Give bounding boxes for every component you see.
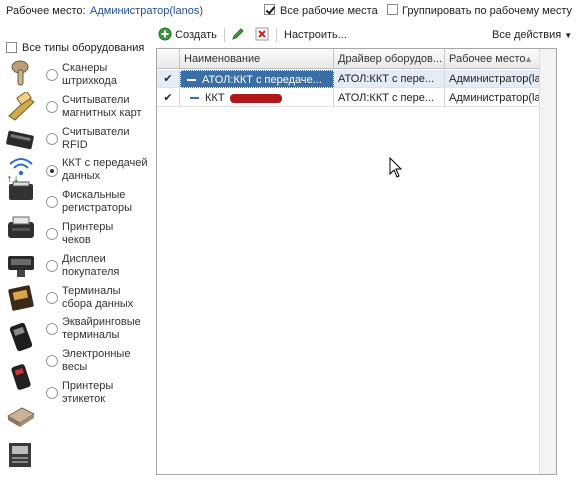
device-type-label: Сканеры штрихкода (62, 62, 117, 87)
radio-icon[interactable] (46, 133, 58, 145)
barcode-scanner-icon (11, 60, 29, 86)
create-button-label: Создать (175, 29, 217, 41)
column-header-driver[interactable]: Драйвер оборудов... (334, 49, 445, 69)
checkbox-unchecked-icon[interactable] (6, 41, 17, 53)
name-cell[interactable]: АТОЛ:ККТ с передаче... (180, 70, 334, 88)
redacted-mark (229, 93, 282, 103)
label-printer-icon (9, 443, 31, 467)
device-type-label: ККТ с передачей данных (62, 157, 148, 182)
checkbox-checked-icon[interactable] (264, 3, 275, 15)
header-check-column (157, 49, 180, 69)
radio-icon[interactable] (46, 101, 58, 113)
radio-icon[interactable] (46, 387, 58, 399)
radio-icon[interactable] (46, 69, 58, 81)
rfid-reader-icon (6, 130, 34, 150)
all-actions-label: Все действия (492, 29, 562, 41)
column-header-workplace-label: Рабочее место (449, 53, 526, 65)
all-types-checkbox[interactable] (6, 41, 17, 53)
sort-asc-icon: ▲ (524, 54, 533, 64)
pencil-icon (232, 28, 244, 40)
workplace-cell[interactable]: Администратор(la... (445, 70, 540, 88)
driver-cell[interactable]: АТОЛ:ККТ с перe... (334, 70, 445, 88)
vertical-scrollbar[interactable] (539, 49, 556, 474)
column-header-workplace[interactable]: Рабочее место ▲ (445, 49, 540, 69)
name-cell[interactable]: ККТ (180, 89, 334, 107)
electronic-scales-icon (11, 364, 31, 390)
item-minus-icon (190, 97, 199, 100)
device-type-label: Электронные весы (62, 348, 131, 373)
edit-button[interactable] (231, 27, 245, 43)
radio-selected-icon[interactable] (46, 165, 58, 177)
data-terminal-icon (8, 285, 34, 311)
all-workplaces-label: Все рабочие места (280, 5, 378, 17)
radio-icon[interactable] (46, 323, 58, 335)
equipment-table[interactable]: Наименование Драйвер оборудов... Рабочее… (156, 48, 557, 475)
mouse-cursor-icon (389, 157, 403, 178)
delete-button[interactable] (255, 27, 269, 43)
configure-button[interactable]: Настроить... (284, 27, 347, 43)
group-by-workplace-label: Группировать по рабочему месту (402, 5, 573, 17)
device-type-label: Считыватели магнитных карт (62, 94, 142, 119)
row-checkbox[interactable]: ✔ (157, 89, 180, 107)
checkbox-unchecked-icon[interactable] (387, 3, 398, 15)
driver-cell[interactable]: АТОЛ:ККТ с перe... (334, 89, 445, 107)
all-workplaces-checkbox[interactable] (264, 3, 275, 15)
toolbar-separator (276, 28, 277, 42)
plus-circle-icon (158, 27, 172, 41)
device-type-label: Считыватели RFID (62, 126, 130, 151)
chevron-down-icon: ▼ (564, 31, 573, 40)
radio-icon[interactable] (46, 196, 58, 208)
radio-icon[interactable] (46, 260, 58, 272)
name-text: АТОЛ:ККТ с передаче... (202, 74, 322, 86)
workplace-cell[interactable]: Администратор(la... (445, 89, 540, 107)
name-text: ККТ (205, 92, 225, 104)
workplace-link[interactable]: Администратор(lanos) (90, 5, 203, 17)
device-type-label: Фискальные регистраторы (62, 189, 132, 214)
acquiring-terminal-icon (9, 322, 33, 352)
device-type-label: Принтеры этикеток (62, 380, 114, 405)
scales-platform-icon (7, 407, 36, 427)
magnetic-card-reader-icon (8, 92, 35, 121)
radio-icon[interactable] (46, 228, 58, 240)
device-type-label: Принтеры чеков (62, 221, 114, 246)
device-type-label: Терминалы сбора данных (62, 285, 134, 310)
customer-display-icon (8, 256, 34, 277)
radio-icon[interactable] (46, 292, 58, 304)
toolbar-separator (224, 28, 225, 42)
device-type-label: Эквайринговые терминалы (62, 316, 141, 341)
check-icon: ✔ (163, 73, 173, 85)
all-actions-button[interactable]: Все действия ▼ (492, 27, 572, 43)
row-checkbox[interactable]: ✔ (157, 70, 180, 88)
radio-icon[interactable] (46, 355, 58, 367)
fiscal-registrar-icon: ↑↓ (6, 175, 33, 200)
column-header-name[interactable]: Наименование (180, 49, 334, 69)
delete-icon (255, 27, 269, 41)
all-types-label: Все типы оборудования (22, 42, 145, 54)
device-type-label: Дисплеи покупателя (62, 253, 120, 278)
item-minus-icon (187, 79, 196, 82)
group-by-workplace-checkbox[interactable] (387, 3, 398, 15)
check-icon: ✔ (163, 92, 173, 104)
create-button[interactable]: Создать (158, 27, 217, 43)
receipt-printer-icon (8, 216, 34, 238)
workplace-label: Рабочее место: (6, 5, 86, 17)
